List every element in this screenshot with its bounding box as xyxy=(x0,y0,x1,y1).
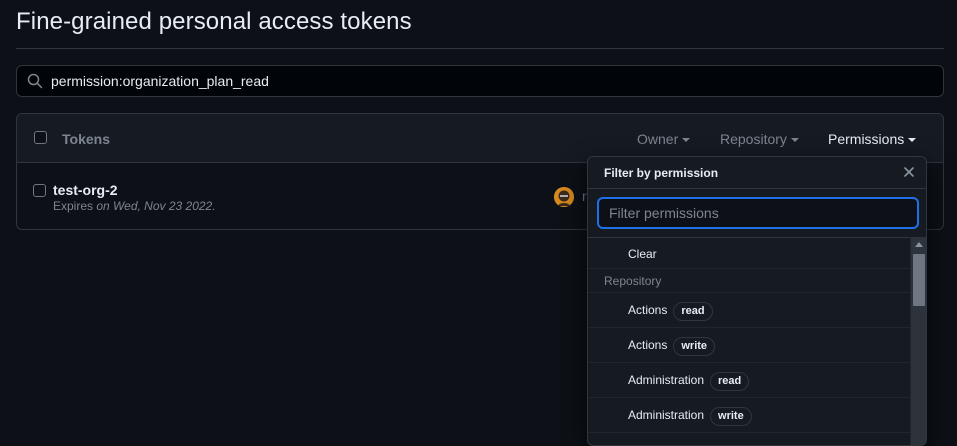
close-icon[interactable] xyxy=(902,165,916,179)
permission-group-header: Repository xyxy=(588,269,910,293)
permissions-filter-label: Permissions xyxy=(828,131,905,147)
chevron-down-icon xyxy=(790,138,799,142)
permission-item[interactable]: Actions read xyxy=(588,293,910,328)
popover-scrollbar[interactable] xyxy=(910,237,926,445)
access-level-badge: write xyxy=(673,336,716,356)
repository-filter[interactable]: Repository xyxy=(720,131,799,147)
token-expiry: Expires on Wed, Nov 23 2022. xyxy=(53,199,216,213)
chevron-down-icon xyxy=(682,138,691,142)
clear-filter-label: Clear xyxy=(628,247,657,261)
permission-item[interactable]: Actions write xyxy=(588,328,910,363)
page-title: Fine-grained personal access tokens xyxy=(16,8,412,35)
permission-item-label: Actions xyxy=(628,303,668,317)
avatar xyxy=(554,187,574,207)
owner-filter-label: Owner xyxy=(637,131,679,147)
permissions-filter[interactable]: Permissions xyxy=(828,131,917,147)
popover-header: Filter by permission xyxy=(588,157,926,189)
token-owner: r xyxy=(582,188,587,204)
tokens-header-label: Tokens xyxy=(62,131,110,147)
search-icon xyxy=(27,73,43,89)
permission-item-label: Administration xyxy=(628,408,705,422)
token-expiry-prefix: Expires xyxy=(53,199,94,213)
permission-filter-input[interactable] xyxy=(597,197,919,229)
access-level-badge: read xyxy=(710,371,750,391)
select-all-checkbox[interactable] xyxy=(34,131,47,144)
title-divider xyxy=(16,48,944,49)
permission-item-label: Actions xyxy=(628,338,668,352)
scrollbar-thumb[interactable] xyxy=(913,254,925,306)
chevron-down-icon xyxy=(908,138,917,142)
search-input[interactable] xyxy=(49,72,943,90)
permission-item[interactable]: Administration write xyxy=(588,398,910,433)
owner-filter[interactable]: Owner xyxy=(637,131,691,147)
permission-filter-popover: Filter by permission Clear Repository Ac… xyxy=(587,156,927,446)
permission-list: Clear Repository Actions read Actions wr… xyxy=(588,237,910,445)
popover-title: Filter by permission xyxy=(604,166,719,180)
permission-item[interactable]: Administration read xyxy=(588,363,910,398)
clear-filter-item[interactable]: Clear xyxy=(588,238,910,269)
token-expiry-date: on Wed, Nov 23 2022. xyxy=(96,199,216,213)
access-level-badge: write xyxy=(710,406,752,426)
token-name-link[interactable]: test-org-2 xyxy=(53,182,118,198)
scroll-up-arrow-icon[interactable] xyxy=(915,242,923,247)
permission-item-label: Administration xyxy=(628,373,705,387)
token-search[interactable] xyxy=(16,65,944,97)
repository-filter-label: Repository xyxy=(720,131,787,147)
token-row-checkbox[interactable] xyxy=(33,184,46,197)
permission-group-label: Repository xyxy=(604,273,662,288)
access-level-badge: read xyxy=(673,301,713,321)
